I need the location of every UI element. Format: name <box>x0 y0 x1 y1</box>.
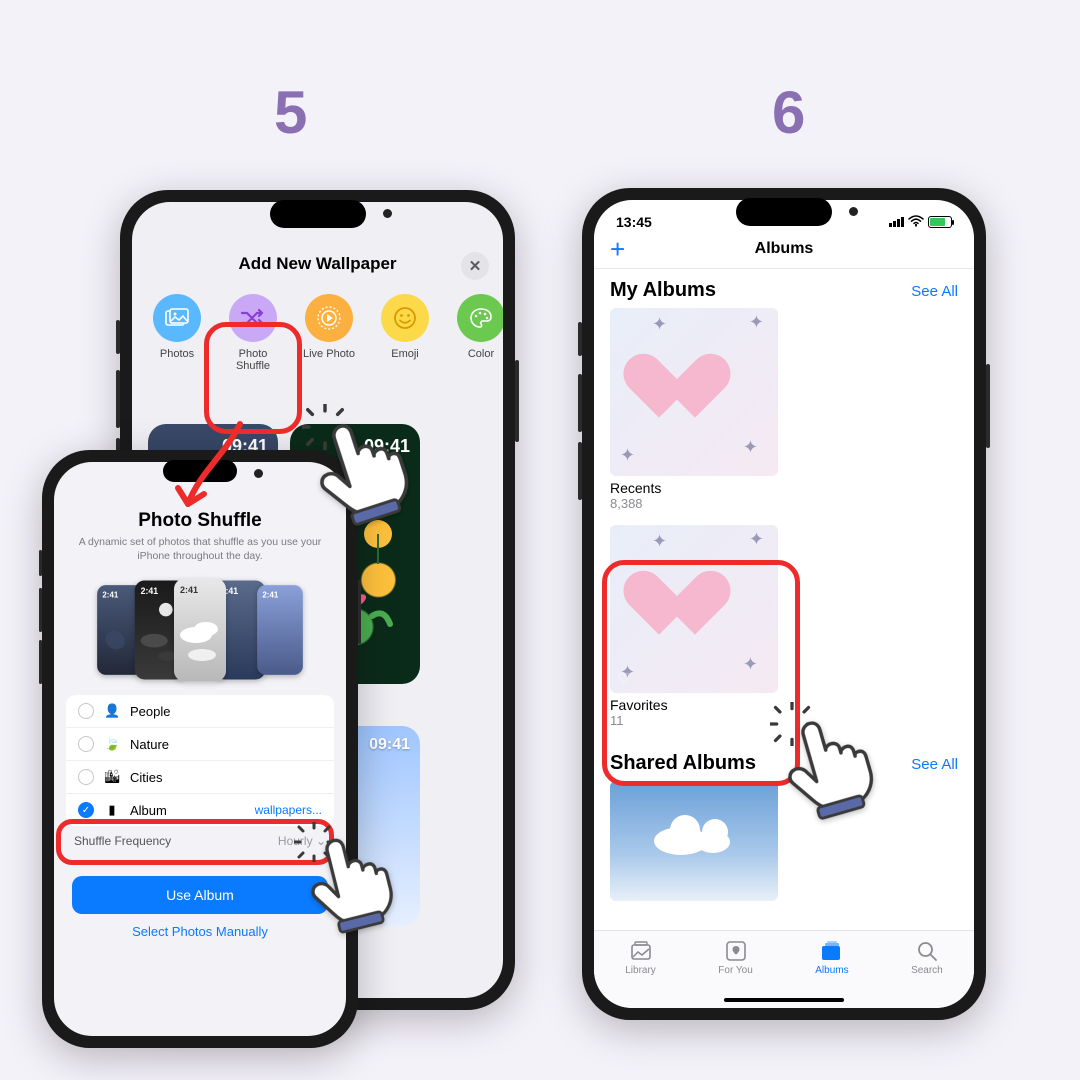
sheet-title: Photo Shuffle <box>72 510 328 532</box>
dynamic-island <box>270 200 366 228</box>
add-button[interactable]: + <box>610 234 625 265</box>
radio-unchecked-icon <box>78 736 94 752</box>
modal-title: Add New Wallpaper <box>238 254 396 274</box>
option-people[interactable]: 👤 People <box>66 695 334 728</box>
album-favorites[interactable]: ✦ ✦ ✦ ✦ ♡ Favorites 11 <box>610 525 958 728</box>
albums-icon <box>820 939 844 963</box>
category-photo-shuffle[interactable]: Photo Shuffle <box>224 294 282 372</box>
tab-for-you[interactable]: For You <box>718 939 752 976</box>
category-color[interactable]: Color <box>452 294 503 372</box>
home-indicator[interactable] <box>724 998 844 1002</box>
sheet-subtitle: A dynamic set of photos that shuffle as … <box>72 536 328 563</box>
select-photos-manually-link[interactable]: Select Photos Manually <box>54 924 346 939</box>
cellular-icon <box>889 217 904 227</box>
search-icon <box>916 939 938 963</box>
category-photos[interactable]: Photos <box>148 294 206 372</box>
category-emoji[interactable]: Emoji <box>376 294 434 372</box>
nav-bar: + Albums <box>594 232 974 269</box>
tab-library[interactable]: Library <box>625 939 656 976</box>
tab-albums[interactable]: Albums <box>815 939 848 976</box>
annotation-tap-sparkle-icon <box>294 822 334 867</box>
emoji-icon <box>381 294 429 342</box>
category-live-photo[interactable]: Live Photo <box>300 294 358 372</box>
step-number-5: 5 <box>274 78 307 147</box>
person-icon: 👤 <box>104 703 120 719</box>
leaf-icon: 🍃 <box>104 736 120 752</box>
status-time: 13:45 <box>616 214 652 230</box>
tab-search[interactable]: Search <box>911 939 943 976</box>
palette-icon <box>457 294 503 342</box>
photos-icon <box>153 294 201 342</box>
category-row: Photos Photo Shuffle Live Photo Emoji Co… <box>132 280 503 376</box>
nav-title: Albums <box>755 240 814 258</box>
step-number-6: 6 <box>772 78 805 147</box>
radio-unchecked-icon <box>78 703 94 719</box>
tab-bar: Library For You Albums Search <box>594 930 974 1008</box>
wifi-icon <box>908 215 924 230</box>
shared-album-thumbnail[interactable] <box>610 781 778 901</box>
annotation-tap-sparkle-icon <box>770 702 814 751</box>
album-thumbnail: ✦ ✦ ✦ ✦ <box>610 308 778 476</box>
close-button[interactable]: ✕ <box>461 252 489 280</box>
see-all-link[interactable]: See All <box>911 283 958 300</box>
album-picker-link[interactable]: wallpapers... <box>255 803 322 817</box>
album-thumbnail: ✦ ✦ ✦ ✦ ♡ <box>610 525 778 693</box>
phone-mockup-photo-shuffle: Photo Shuffle A dynamic set of photos th… <box>42 450 358 1048</box>
dynamic-island <box>163 460 237 482</box>
shuffle-icon <box>229 294 277 342</box>
annotation-tap-sparkle-icon <box>302 404 348 455</box>
live-photo-icon <box>305 294 353 342</box>
section-header-my-albums: My Albums See All <box>594 269 974 308</box>
dynamic-island <box>736 198 832 226</box>
radio-unchecked-icon <box>78 769 94 785</box>
phone-mockup-albums: 13:45 + Albums My Albums See All ✦ ✦ ✦ <box>582 188 986 1020</box>
album-recents[interactable]: ✦ ✦ ✦ ✦ Recents 8,388 <box>610 308 958 511</box>
radio-checked-icon: ✓ <box>78 802 94 818</box>
heart-badge-icon: ♡ <box>618 670 631 687</box>
city-icon: 🏙 <box>104 769 120 785</box>
option-cities[interactable]: 🏙 Cities <box>66 761 334 794</box>
album-icon: ▮ <box>104 802 120 818</box>
for-you-icon <box>725 939 747 963</box>
library-icon <box>629 939 653 963</box>
shuffle-preview: 2:41 2:41 2:41 2:41 2:41 <box>54 569 346 689</box>
use-album-button[interactable]: Use Album <box>72 876 328 914</box>
shuffle-source-list: 👤 People 🍃 Nature 🏙 Cities ✓ ▮ Album wal… <box>66 695 334 826</box>
battery-icon <box>928 216 952 228</box>
option-nature[interactable]: 🍃 Nature <box>66 728 334 761</box>
see-all-link[interactable]: See All <box>911 756 958 773</box>
